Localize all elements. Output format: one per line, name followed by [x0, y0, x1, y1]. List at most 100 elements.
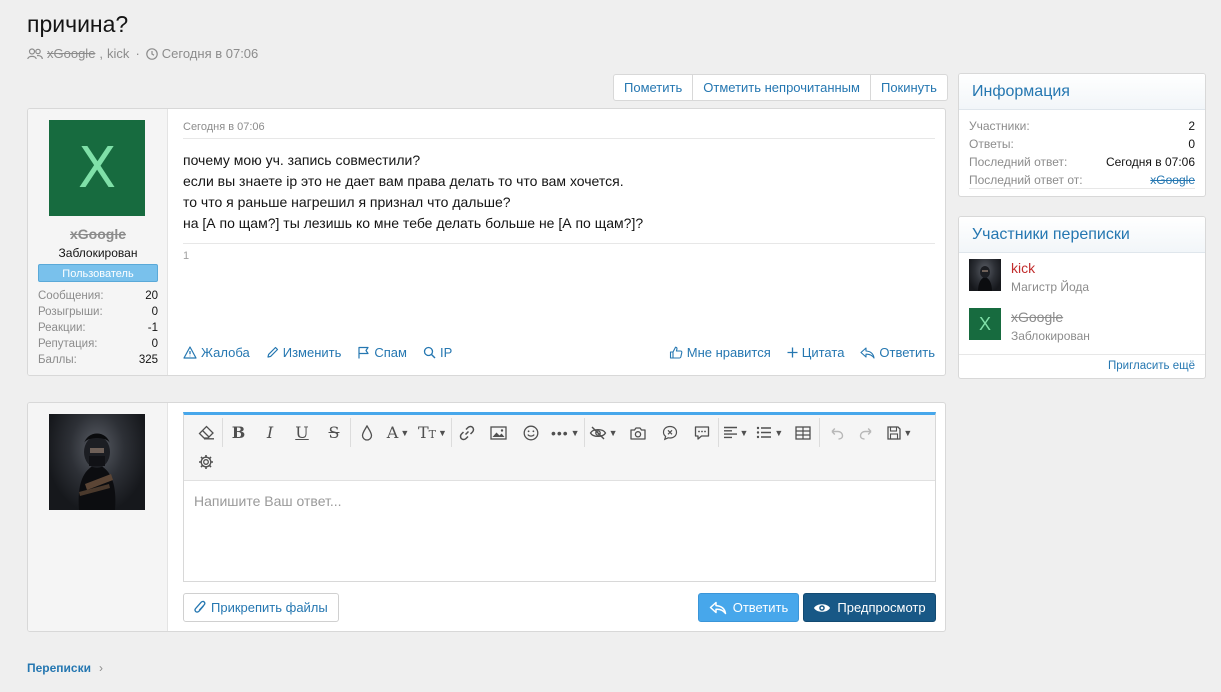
- reply-icon: [709, 601, 726, 614]
- stat-label: Реакции:: [38, 322, 86, 334]
- chevron-down-icon: ▼: [400, 427, 410, 438]
- participant-status: Заблокирован: [1011, 329, 1090, 343]
- preview-button[interactable]: Предпросмотр: [803, 593, 936, 622]
- thumbs-up-icon: [669, 346, 683, 359]
- bold-button[interactable]: B: [222, 418, 254, 447]
- gear-icon: [199, 454, 213, 469]
- info-block: Информация Участники: 2 Ответы: 0 Последни…: [958, 73, 1206, 197]
- participant-name[interactable]: xGoogle: [1011, 308, 1090, 326]
- search-icon: [423, 346, 436, 359]
- stat-row: Сообщения: 20: [38, 288, 158, 304]
- spam-link[interactable]: Спам: [357, 345, 407, 360]
- info-label: Участники:: [969, 119, 1030, 133]
- insert-quote-button[interactable]: [654, 418, 686, 447]
- more-options-button[interactable]: ••• ▼: [547, 418, 584, 447]
- info-rows: Участники: 2 Ответы: 0 Последний ответ: Сег…: [959, 110, 1205, 189]
- mark-button[interactable]: Пометить: [614, 75, 694, 100]
- stat-value: 325: [138, 354, 158, 366]
- list-button[interactable]: ▼: [752, 418, 787, 447]
- italic-button[interactable]: I: [254, 418, 286, 447]
- reply-link[interactable]: Ответить: [860, 345, 935, 360]
- list-icon: [757, 426, 772, 439]
- report-link[interactable]: Жалоба: [183, 345, 250, 360]
- info-value: 0: [1188, 137, 1195, 151]
- undo-icon: [831, 427, 844, 440]
- message-post: X xGoogle Заблокирован Пользователь Сооб…: [27, 108, 946, 376]
- chevron-down-icon: ▼: [774, 427, 784, 438]
- meta-participant-2[interactable]: kick: [107, 46, 129, 61]
- text-color-button[interactable]: [350, 418, 382, 447]
- last-reply-author-link[interactable]: xGoogle: [1150, 171, 1195, 188]
- message-footer-left: Жалоба Изменить Спам IP: [183, 345, 452, 360]
- avatar[interactable]: [49, 414, 145, 510]
- insert-media-button[interactable]: [622, 418, 654, 447]
- flag-icon: [358, 346, 369, 359]
- avatar[interactable]: X: [969, 308, 1001, 340]
- avatar[interactable]: X: [49, 120, 145, 216]
- participant-status: Магистр Йода: [1011, 280, 1090, 294]
- eye-slash-icon: [589, 426, 606, 439]
- invite-more-link[interactable]: Пригласить ещё: [959, 354, 1205, 378]
- insert-link-button[interactable]: [450, 418, 483, 447]
- submit-reply-label: Ответить: [732, 600, 789, 615]
- stat-row: Репутация: 0: [38, 336, 158, 352]
- insert-image-button[interactable]: [483, 418, 515, 447]
- edit-label: Изменить: [282, 345, 342, 360]
- spoiler-button[interactable]: ▼: [583, 418, 622, 447]
- editor-toolbar: B I U S A ▼ TT ▼ ••• ▼ ▼ ▼ ▼ ▼: [184, 415, 935, 481]
- participant-name[interactable]: kick: [1011, 259, 1089, 277]
- divider: [183, 138, 935, 139]
- author-status: Заблокирован: [58, 246, 138, 260]
- paperclip-icon: [194, 600, 206, 613]
- strikethrough-button[interactable]: S: [318, 418, 350, 447]
- insert-smiley-button[interactable]: [515, 418, 547, 447]
- meta-participant-1[interactable]: xGoogle: [47, 46, 95, 61]
- insert-table-button[interactable]: [787, 418, 819, 447]
- stat-label: Баллы:: [38, 354, 77, 366]
- message-footer-right: Мне нравится Цитата Ответить: [669, 345, 935, 360]
- message-line: почему мою уч. запись совместили?: [183, 152, 421, 168]
- quote-link[interactable]: Цитата: [787, 345, 844, 360]
- font-family-button[interactable]: A ▼: [382, 418, 414, 447]
- info-row: Последний ответ: Сегодня в 07:06: [969, 153, 1195, 171]
- redo-button[interactable]: [851, 418, 883, 447]
- edit-link[interactable]: Изменить: [266, 345, 342, 360]
- attach-files-button[interactable]: Прикрепить файлы: [183, 593, 339, 622]
- underline-button[interactable]: U: [286, 418, 318, 447]
- reply-textarea[interactable]: Напишите Ваш ответ...: [184, 481, 935, 581]
- warning-icon: [183, 346, 197, 359]
- message-line: на [А по щам?] ты лезишь ко мне тебе дел…: [183, 215, 644, 231]
- insert-comment-button[interactable]: [686, 418, 718, 447]
- message-body: почему мою уч. запись совместили? если в…: [183, 150, 643, 234]
- info-label: Последний ответ:: [969, 155, 1068, 169]
- like-link[interactable]: Мне нравится: [669, 345, 771, 360]
- avatar[interactable]: [969, 259, 1001, 291]
- font-size-button[interactable]: TT ▼: [414, 418, 451, 447]
- undo-button[interactable]: [819, 418, 851, 447]
- submit-reply-button[interactable]: Ответить: [698, 593, 799, 622]
- chevron-right-icon: ›: [98, 661, 103, 675]
- info-value: 2: [1188, 119, 1195, 133]
- remove-format-button[interactable]: [190, 418, 222, 447]
- mark-unread-button[interactable]: Отметить непрочитанным: [693, 75, 871, 100]
- participants-block: Участники переписки kick Магистр Йода X …: [958, 216, 1206, 379]
- info-row: Ответы: 0: [969, 135, 1195, 153]
- author-name[interactable]: xGoogle: [28, 226, 168, 242]
- participant-info: kick Магистр Йода: [1011, 259, 1089, 299]
- ellipsis-icon: •••: [550, 424, 569, 441]
- align-button[interactable]: ▼: [717, 418, 753, 447]
- spam-label: Спам: [374, 345, 407, 360]
- breadcrumb-conversations[interactable]: Переписки: [27, 661, 91, 675]
- info-title: Информация: [959, 74, 1205, 110]
- stat-value: -1: [147, 322, 158, 334]
- ip-link[interactable]: IP: [423, 345, 452, 360]
- leave-button[interactable]: Покинуть: [871, 75, 947, 100]
- camera-icon: [629, 426, 646, 440]
- drafts-button[interactable]: ▼: [883, 418, 916, 447]
- stat-label: Сообщения:: [38, 290, 104, 302]
- editor-settings-button[interactable]: [190, 447, 222, 476]
- message-date[interactable]: Сегодня в 07:06: [183, 121, 265, 133]
- users-icon: [27, 47, 43, 59]
- floppy-disk-icon: [887, 425, 901, 440]
- conversation-actions: Пометить Отметить непрочитанным Покинуть: [613, 74, 948, 101]
